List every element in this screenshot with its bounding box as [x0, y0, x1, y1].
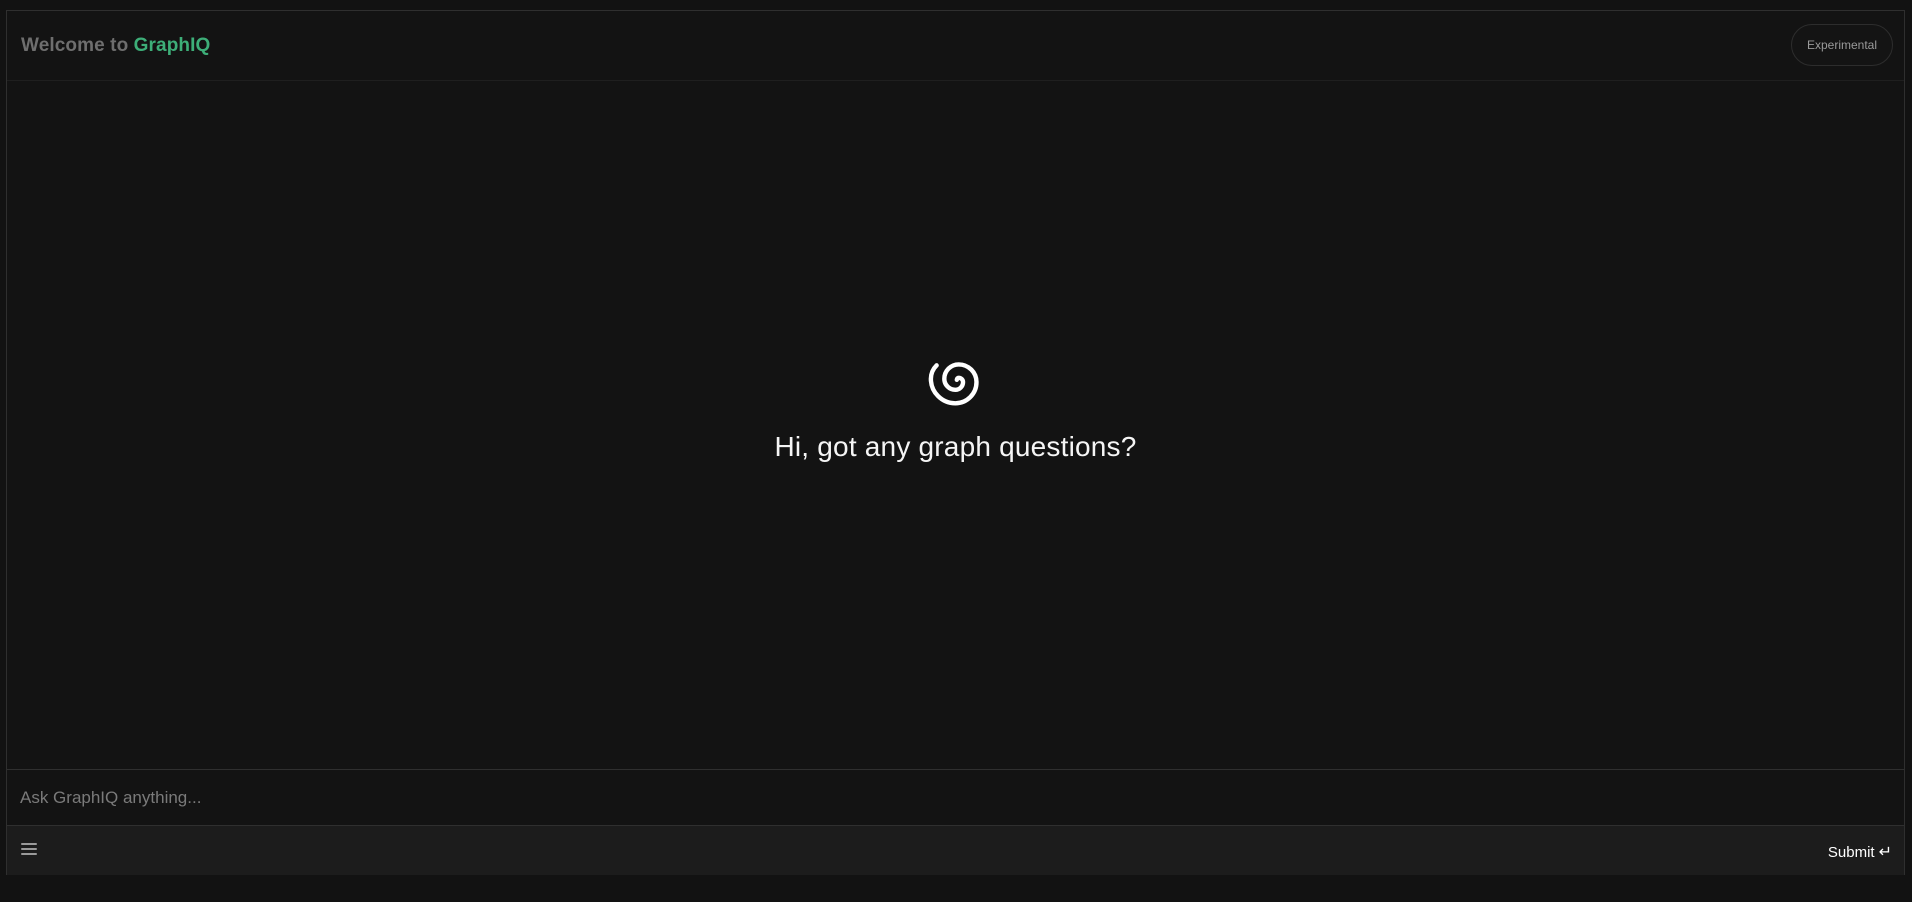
- submit-button[interactable]: Submit ↵: [1828, 842, 1892, 862]
- page-title: Welcome to GraphIQ: [21, 35, 210, 57]
- app-window: Welcome to GraphIQ Experimental Hi, got …: [6, 10, 1905, 876]
- welcome-prefix: Welcome to: [21, 35, 129, 56]
- ask-input[interactable]: [7, 770, 1904, 825]
- spiral-icon: [928, 362, 979, 406]
- header: Welcome to GraphIQ Experimental: [7, 11, 1904, 81]
- composer: [7, 769, 1904, 826]
- enter-icon: ↵: [1878, 844, 1892, 861]
- bottom-strip: [0, 875, 1912, 902]
- greeting-heading: Hi, got any graph questions?: [774, 431, 1137, 462]
- experimental-badge[interactable]: Experimental: [1791, 24, 1893, 66]
- empty-state: Hi, got any graph questions?: [7, 351, 1904, 463]
- brand-name: GraphIQ: [133, 35, 211, 56]
- menu-icon[interactable]: [21, 841, 37, 857]
- submit-label: Submit: [1827, 843, 1875, 861]
- composer-toolbar: Submit ↵: [7, 826, 1904, 876]
